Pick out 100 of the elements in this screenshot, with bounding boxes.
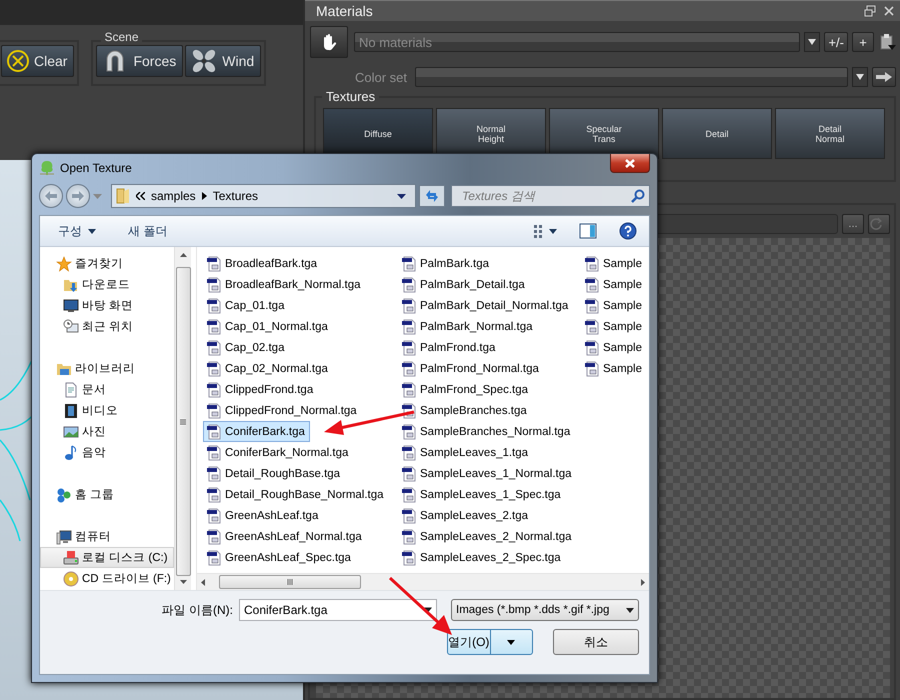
file-item[interactable]: Sample	[581, 337, 647, 358]
navigation-item[interactable]: 컴퓨터	[40, 526, 174, 547]
wind-button[interactable]: Wind	[185, 45, 262, 77]
apply-button[interactable]	[872, 67, 896, 87]
window-title: Open Texture	[60, 160, 132, 174]
file-item[interactable]: SampleBranches_Normal.tga	[398, 421, 576, 442]
file-item[interactable]: PalmBark.tga	[398, 253, 494, 274]
file-item[interactable]: GreenAshLeaf_Normal.tga	[203, 526, 367, 547]
breadcrumb-link[interactable]: samples	[151, 189, 196, 203]
file-item[interactable]: SampleLeaves_2_Normal.tga	[398, 526, 577, 547]
file-item[interactable]: SampleBranches.tga	[398, 400, 532, 421]
placeholder-text: No materials	[359, 34, 433, 50]
file-item[interactable]: Cap_02.tga	[203, 337, 290, 358]
image-file-icon	[206, 298, 222, 314]
dropdown-arrow-icon[interactable]	[808, 39, 816, 45]
clear-button[interactable]: Clear	[1, 45, 74, 77]
grip-icon	[180, 418, 186, 424]
scroll-right-arrow-icon[interactable]	[641, 578, 645, 586]
file-item[interactable]: PalmBark_Detail_Normal.tga	[398, 295, 574, 316]
refresh-button[interactable]	[419, 185, 445, 207]
file-item[interactable]: Cap_01_Normal.tga	[203, 316, 333, 337]
image-file-icon	[206, 466, 222, 482]
forward-button[interactable]	[66, 184, 90, 208]
file-item[interactable]: ConiferBark.tga	[203, 421, 310, 442]
dropdown-arrow-icon[interactable]	[856, 74, 864, 80]
file-item[interactable]: PalmFrond_Normal.tga	[398, 358, 544, 379]
breadcrumb-link[interactable]: Textures	[212, 189, 258, 203]
file-item[interactable]: PalmBark_Normal.tga	[398, 316, 538, 337]
add-button[interactable]: +	[852, 32, 874, 52]
image-file-icon	[584, 340, 600, 356]
file-item[interactable]: ClippedFrond.tga	[203, 379, 318, 400]
image-file-icon	[206, 318, 222, 334]
file-item[interactable]: Sample	[581, 316, 647, 337]
organize-menu[interactable]: 구성	[54, 220, 100, 242]
cancel-button[interactable]: 취소	[553, 629, 639, 655]
navigation-item[interactable]: 로컬 디스크 (C:)	[40, 547, 174, 568]
file-item[interactable]: BroadleafBark.tga	[203, 253, 322, 274]
navigation-item[interactable]: CD 드라이브 (F:)	[40, 568, 174, 589]
address-bar[interactable]: samples Textures	[111, 184, 416, 208]
file-item[interactable]: Sample	[581, 358, 647, 379]
navigation-item[interactable]: 문서	[40, 379, 174, 400]
back-button[interactable]	[39, 184, 63, 208]
open-button[interactable]: 열기(O)	[447, 629, 533, 655]
file-item[interactable]: SampleLeaves_1_Normal.tga	[398, 463, 577, 484]
file-name-field[interactable]: ConiferBark.tga	[239, 599, 437, 621]
file-item[interactable]: Sample	[581, 274, 647, 295]
refresh-button[interactable]	[868, 214, 890, 234]
file-type-dropdown[interactable]: Images (*.bmp *.dds *.gif *.jpg	[451, 599, 639, 621]
navigation-item[interactable]: 라이브러리	[40, 358, 174, 379]
hand-button[interactable]	[310, 26, 348, 58]
panel-title: Materials	[316, 3, 374, 19]
browse-button[interactable]: ...	[842, 214, 864, 234]
file-item[interactable]: SampleLeaves_1_Spec.tga	[398, 484, 566, 505]
navigation-item[interactable]: 즐겨찾기	[40, 253, 174, 274]
navigation-item[interactable]: 비디오	[40, 400, 174, 421]
scroll-left-arrow-icon[interactable]	[201, 578, 205, 586]
close-icon[interactable]	[884, 6, 894, 16]
forces-button[interactable]: Forces	[96, 45, 184, 77]
file-item[interactable]: ConiferBark_Normal.tga	[203, 442, 354, 463]
file-item[interactable]: Sample	[581, 253, 647, 274]
texture-slot-button[interactable]: Detail	[662, 108, 772, 159]
file-item[interactable]: BroadleafBark_Normal.tga	[203, 274, 366, 295]
navigation-item[interactable]: 최근 위치	[40, 316, 174, 337]
caret-icon	[507, 640, 516, 644]
file-item[interactable]: SampleLeaves_2.tga	[398, 505, 534, 526]
add-remove-button[interactable]: +/-	[824, 32, 848, 52]
restore-window-icon[interactable]	[864, 5, 876, 17]
navigation-item[interactable]: 음악	[40, 442, 174, 463]
scroll-down-arrow-icon[interactable]	[180, 580, 186, 584]
file-item[interactable]: GreenAshLeaf_Spec.tga	[203, 547, 356, 568]
close-button[interactable]	[610, 154, 650, 173]
file-item[interactable]: PalmFrond.tga	[398, 337, 500, 358]
file-item[interactable]: Detail_RoughBase.tga	[203, 463, 346, 484]
navigation-item[interactable]: 다운로드	[40, 274, 174, 295]
file-item[interactable]: Sample	[581, 295, 647, 316]
navigation-item[interactable]: 사진	[40, 421, 174, 442]
file-item[interactable]: Cap_02_Normal.tga	[203, 358, 333, 379]
file-item[interactable]: SampleLeaves_1.tga	[398, 442, 534, 463]
dropdown-arrow-icon[interactable]	[397, 194, 406, 198]
new-folder-button[interactable]: 새 폴더	[124, 220, 172, 242]
file-item[interactable]: PalmBark_Detail.tga	[398, 274, 530, 295]
clipboard-icon[interactable]	[878, 33, 896, 51]
file-item[interactable]: GreenAshLeaf.tga	[203, 505, 324, 526]
navigation-item[interactable]: 홈 그룹	[40, 484, 174, 505]
file-item[interactable]: SampleLeaves_2_Spec.tga	[398, 547, 566, 568]
file-item[interactable]: ClippedFrond_Normal.tga	[203, 400, 362, 421]
file-item[interactable]: Detail_RoughBase_Normal.tga	[203, 484, 389, 505]
color-set-dropdown[interactable]	[415, 67, 848, 87]
music-note-icon	[63, 444, 79, 460]
file-item[interactable]: Cap_01.tga	[203, 295, 290, 316]
navigation-item[interactable]: 바탕 화면	[40, 295, 174, 316]
search-field[interactable]: Textures 검색	[451, 185, 650, 207]
double-chevron-icon[interactable]	[136, 192, 145, 200]
image-file-icon	[401, 318, 417, 334]
texture-slot-button[interactable]: Detail Normal	[775, 108, 885, 159]
horizontal-scrollbar[interactable]	[197, 573, 649, 590]
file-item[interactable]: PalmFrond_Spec.tga	[398, 379, 534, 400]
vertical-scrollbar[interactable]	[174, 247, 191, 590]
chevron-icon[interactable]	[202, 192, 207, 200]
scroll-up-arrow-icon[interactable]	[180, 253, 186, 257]
